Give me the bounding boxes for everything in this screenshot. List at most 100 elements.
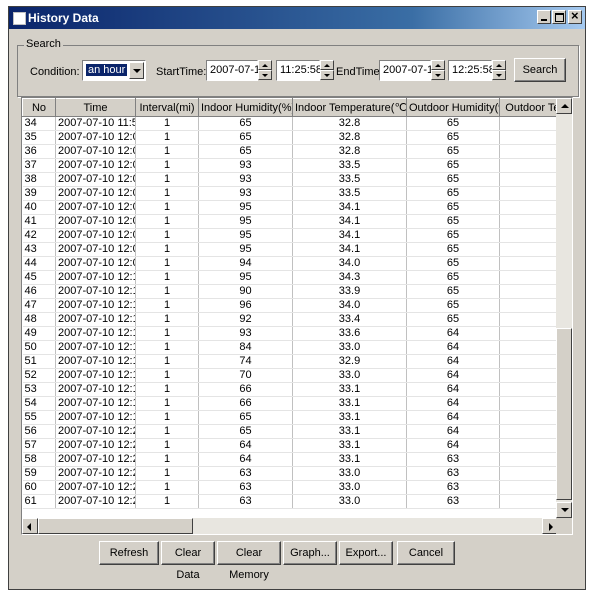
maximize-icon[interactable] — [552, 10, 566, 24]
spin-down-icon[interactable] — [320, 70, 334, 80]
column-header-outdoor-humidity[interactable]: Outdoor Humidity(%) — [406, 98, 500, 117]
table-cell: 2007-07-10 11:59 — [55, 116, 136, 131]
table-row[interactable]: 592007-07-10 12:2316333.06332 — [22, 466, 572, 481]
table-cell: 74 — [198, 354, 293, 369]
vertical-scrollbar[interactable] — [556, 98, 572, 518]
table-cell: 53 — [22, 382, 56, 397]
spin-down-icon[interactable] — [258, 70, 272, 80]
spin-up-icon[interactable] — [320, 60, 334, 70]
table-row[interactable]: 582007-07-10 12:2216433.16332 — [22, 452, 572, 467]
table-cell: 39 — [22, 186, 56, 201]
column-header-interval[interactable]: Interval(mi) — [135, 98, 199, 117]
table-cell: 51 — [22, 354, 56, 369]
table-row[interactable]: 472007-07-10 12:1219634.06532 — [22, 298, 572, 313]
table-row[interactable]: 432007-07-10 12:0819534.16532 — [22, 242, 572, 257]
table-cell: 33.0 — [292, 340, 407, 355]
table-cell: 90 — [198, 284, 293, 299]
table-cell: 66 — [198, 396, 293, 411]
table-cell: 92 — [198, 312, 293, 327]
vertical-scroll-thumb[interactable] — [556, 328, 572, 500]
table-cell: 1 — [135, 172, 199, 187]
table-row[interactable]: 422007-07-10 12:0719534.16532 — [22, 228, 572, 243]
start-date-field[interactable]: 2007-07-10 — [206, 60, 266, 81]
end-time-spinner[interactable] — [492, 60, 506, 81]
table-cell: 33.0 — [292, 466, 407, 481]
table-row[interactable]: 412007-07-10 12:0619534.16532 — [22, 214, 572, 229]
table-row[interactable]: 382007-07-10 12:0319333.56532 — [22, 172, 572, 187]
table-row[interactable]: 502007-07-10 12:1418433.06432 — [22, 340, 572, 355]
table-row[interactable]: 372007-07-10 12:0219333.56532 — [22, 158, 572, 173]
start-time-field[interactable]: 11:25:58 — [276, 60, 322, 81]
column-header-no[interactable]: No — [22, 98, 56, 117]
table-cell: 1 — [135, 298, 199, 313]
scroll-down-icon[interactable] — [556, 502, 572, 518]
graph-button[interactable]: Graph... — [283, 541, 337, 565]
end-date-spinner[interactable] — [431, 60, 445, 81]
spin-up-icon[interactable] — [492, 60, 506, 70]
spin-down-icon[interactable] — [492, 70, 506, 80]
title-bar[interactable]: History Data — [9, 7, 585, 29]
table-cell: 65 — [406, 214, 500, 229]
table-cell: 33.5 — [292, 158, 407, 173]
chevron-down-icon[interactable] — [129, 62, 144, 79]
spin-up-icon[interactable] — [431, 60, 445, 70]
table-row[interactable]: 522007-07-10 12:1617033.06432 — [22, 368, 572, 383]
start-date-spinner[interactable] — [258, 60, 272, 81]
scroll-up-icon[interactable] — [556, 98, 572, 114]
table-row[interactable]: 352007-07-10 12:0016532.86532 — [22, 130, 572, 145]
table-cell: 65 — [406, 130, 500, 145]
table-cell: 33.1 — [292, 424, 407, 439]
spin-up-icon[interactable] — [258, 60, 272, 70]
start-time-spinner[interactable] — [320, 60, 334, 81]
table-row[interactable]: 452007-07-10 12:1019534.36532 — [22, 270, 572, 285]
table-cell: 70 — [198, 368, 293, 383]
clear-data-button[interactable]: Clear Data — [161, 541, 215, 581]
table-cell: 2007-07-10 12:05 — [55, 200, 136, 215]
table-row[interactable]: 542007-07-10 12:1816633.16432 — [22, 396, 572, 411]
column-header-time[interactable]: Time — [55, 98, 136, 117]
spin-down-icon[interactable] — [431, 70, 445, 80]
close-icon[interactable] — [568, 8, 582, 24]
scroll-left-icon[interactable] — [22, 518, 38, 534]
condition-select[interactable]: an hour — [82, 60, 146, 81]
clear-memory-button[interactable]: Clear Memory — [217, 541, 281, 581]
refresh-button[interactable]: Refresh — [99, 541, 159, 565]
table-row[interactable]: 572007-07-10 12:2116433.16432 — [22, 438, 572, 453]
table-cell: 84 — [198, 340, 293, 355]
table-row[interactable]: 402007-07-10 12:0519534.16532 — [22, 200, 572, 215]
table-row[interactable]: 492007-07-10 12:1419333.66432 — [22, 326, 572, 341]
end-date-field[interactable]: 2007-07-10 — [379, 60, 439, 81]
table-row[interactable]: 512007-07-10 12:1517432.96432 — [22, 354, 572, 369]
horizontal-scroll-thumb[interactable] — [38, 518, 193, 534]
table-cell: 65 — [406, 200, 500, 215]
table-row[interactable]: 362007-07-10 12:0116532.86532 — [22, 144, 572, 159]
table-row[interactable]: 552007-07-10 12:1916533.16432 — [22, 410, 572, 425]
table-cell: 64 — [406, 410, 500, 425]
table-row[interactable]: 562007-07-10 12:2016533.16432 — [22, 424, 572, 439]
end-time-field[interactable]: 12:25:58 — [448, 60, 495, 81]
table-row[interactable]: 392007-07-10 12:0419333.56532 — [22, 186, 572, 201]
table-cell: 49 — [22, 326, 56, 341]
horizontal-scrollbar[interactable] — [22, 518, 558, 534]
table-row[interactable]: 342007-07-10 11:5916532.86532 — [22, 116, 572, 131]
table-row[interactable]: 612007-07-10 12:2516333.06332 — [22, 494, 572, 509]
table-row[interactable]: 442007-07-10 12:0919434.06532 — [22, 256, 572, 271]
search-button[interactable]: Search — [514, 58, 566, 82]
table-cell: 2007-07-10 12:08 — [55, 242, 136, 257]
export-button[interactable]: Export... — [339, 541, 393, 565]
condition-value: an hour — [86, 64, 128, 76]
table-cell: 43 — [22, 242, 56, 257]
table-row[interactable]: 602007-07-10 12:2416333.06332 — [22, 480, 572, 495]
cancel-button[interactable]: Cancel — [397, 541, 455, 565]
table-cell: 57 — [22, 438, 56, 453]
table-cell: 2007-07-10 12:21 — [55, 438, 136, 453]
table-row[interactable]: 532007-07-10 12:1716633.16432 — [22, 382, 572, 397]
table-row[interactable]: 482007-07-10 12:1319233.46532 — [22, 312, 572, 327]
minimize-icon[interactable] — [537, 10, 551, 24]
history-table[interactable]: No Time Interval(mi) Indoor Humidity(%) … — [21, 97, 573, 535]
table-cell: 41 — [22, 214, 56, 229]
table-row[interactable]: 462007-07-10 12:1119033.96532 — [22, 284, 572, 299]
table-cell: 64 — [198, 452, 293, 467]
column-header-indoor-temperature[interactable]: Indoor Temperature(℃) — [292, 98, 407, 117]
column-header-indoor-humidity[interactable]: Indoor Humidity(%) — [198, 98, 293, 117]
